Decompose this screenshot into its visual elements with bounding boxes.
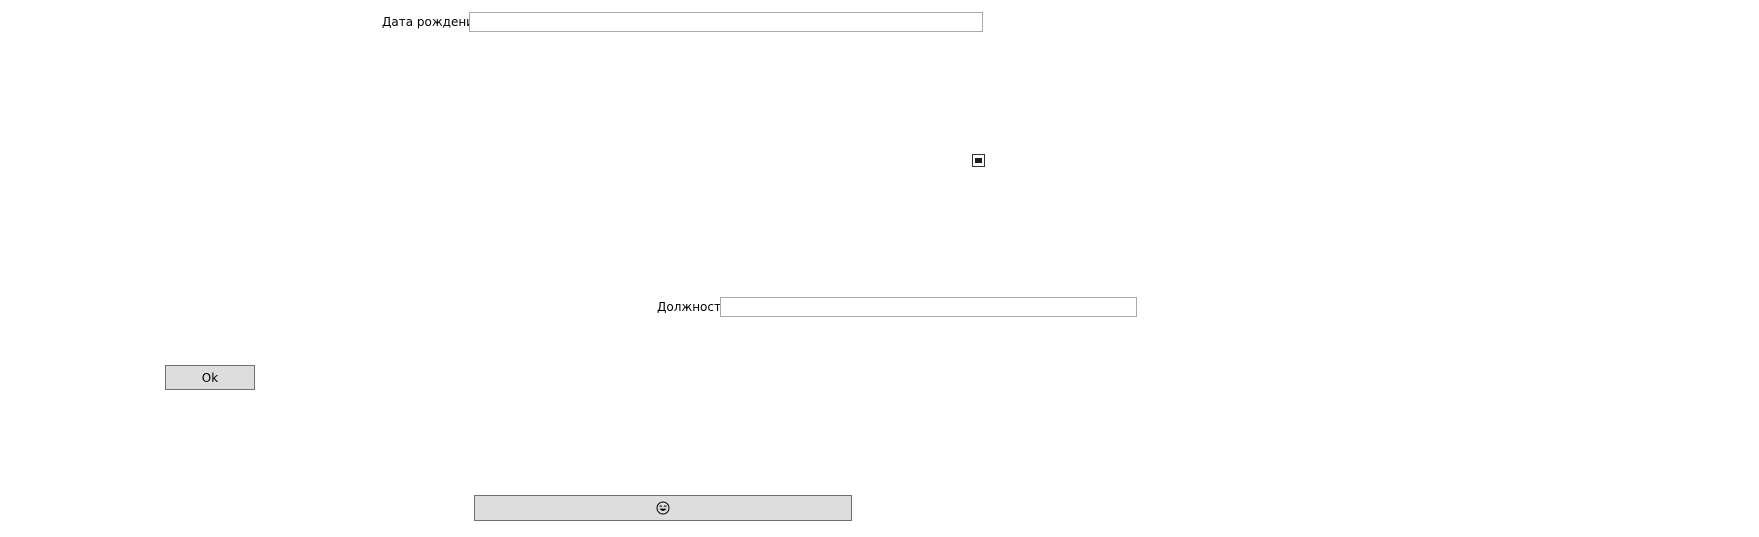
position-label: Должность <box>657 300 729 314</box>
ok-button-label: Ok <box>201 370 219 385</box>
birthdate-label: Дата рождения <box>382 15 482 29</box>
form-window: Дата рождения Должность Ok <box>0 0 1759 537</box>
smiling-face-icon <box>656 501 670 515</box>
birthdate-input[interactable] <box>469 12 983 32</box>
ok-button[interactable]: Ok <box>165 365 255 390</box>
position-input[interactable] <box>720 297 1137 317</box>
checkbox[interactable] <box>972 154 985 167</box>
emoji-button[interactable] <box>474 495 852 521</box>
checkbox-mark-icon <box>975 158 982 163</box>
